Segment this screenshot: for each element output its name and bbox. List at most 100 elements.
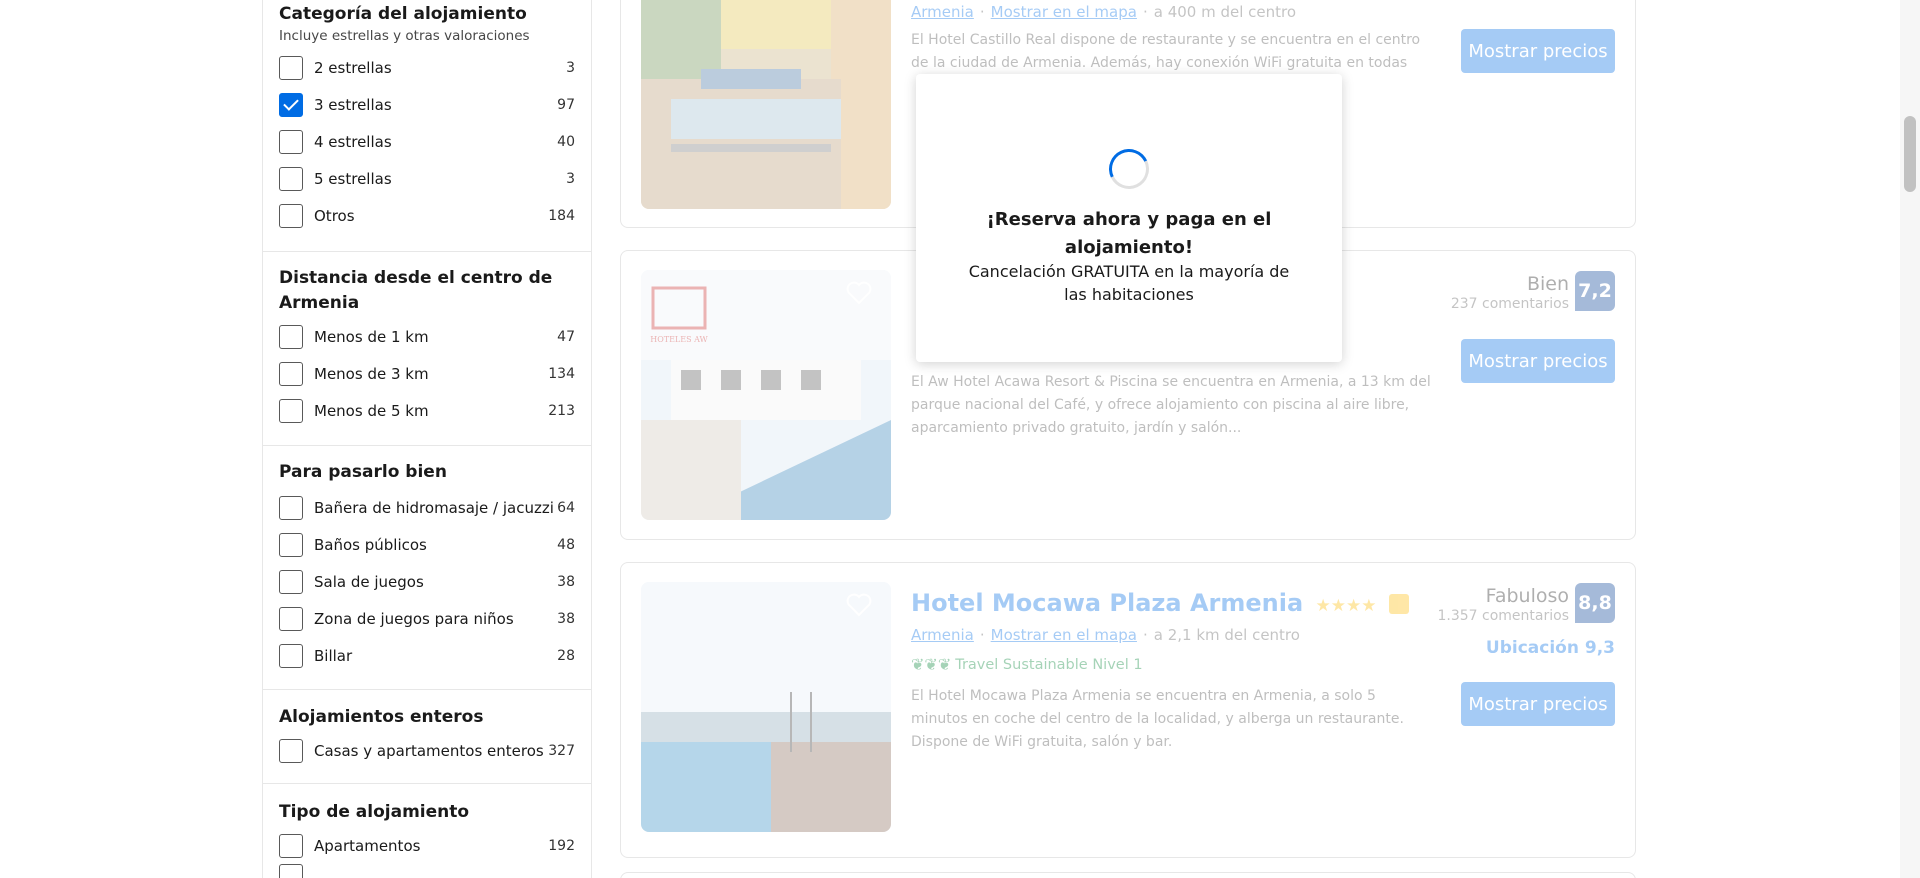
filter-option-count: 40 bbox=[557, 133, 575, 150]
filter-option-label: Otros bbox=[314, 206, 355, 225]
property-photo[interactable]: HOTELES AW bbox=[641, 270, 891, 520]
property-photo[interactable] bbox=[641, 0, 891, 209]
filter-option-count: 3 bbox=[566, 170, 575, 187]
filter-option-3-stars[interactable]: 3 estrellas 97 bbox=[279, 86, 575, 123]
filter-option-distance-1km[interactable]: Menos de 1 km 47 bbox=[279, 318, 575, 355]
star-rating: ★★★★ bbox=[1315, 596, 1377, 616]
filter-option-4-stars[interactable]: 4 estrellas 40 bbox=[279, 123, 575, 160]
distance-text: a 400 m del centro bbox=[1153, 3, 1297, 21]
location-link[interactable]: Armenia bbox=[911, 3, 974, 21]
filter-option-5-stars[interactable]: 5 estrellas 3 bbox=[279, 160, 575, 197]
filter-option-label: 4 estrellas bbox=[314, 132, 392, 151]
filter-option-billiards[interactable]: Billar 28 bbox=[279, 637, 575, 674]
filter-option-kids-playground[interactable]: Zona de juegos para niños 38 bbox=[279, 600, 575, 637]
property-location: Armenia · Mostrar en el mapa · a 400 m del c… bbox=[911, 3, 1297, 21]
review-count: 237 comentarios bbox=[1450, 296, 1569, 312]
filter-sidebar: Categoría del alojamiento Incluye estrel… bbox=[262, 0, 592, 878]
filter-option-label: 5 estrellas bbox=[314, 169, 392, 188]
filter-group-title: Categoría del alojamiento bbox=[279, 4, 527, 24]
filter-option-label: Baños públicos bbox=[314, 535, 427, 554]
checkbox[interactable] bbox=[279, 324, 303, 349]
checkbox[interactable] bbox=[279, 55, 303, 80]
show-on-map-link[interactable]: Mostrar en el mapa bbox=[991, 3, 1137, 21]
leaf-icon: ❦❦❦ bbox=[911, 655, 952, 674]
page-scrollbar[interactable] bbox=[1900, 0, 1920, 878]
filter-option-count: 97 bbox=[557, 96, 575, 113]
property-description: El Hotel Castillo Real dispone de restau… bbox=[911, 32, 1421, 71]
thumbs-up-icon bbox=[1388, 594, 1409, 614]
filter-option-label: Zona de juegos para niños bbox=[314, 609, 514, 628]
review-score-badge: 7,2 bbox=[1575, 271, 1615, 311]
checkbox[interactable] bbox=[279, 203, 303, 228]
filter-option-count: 3 bbox=[566, 59, 575, 76]
location-score: Ubicación 9,3 bbox=[1485, 638, 1615, 658]
checkbox[interactable] bbox=[279, 864, 303, 878]
checkbox[interactable] bbox=[279, 643, 303, 668]
filter-option-game-room[interactable]: Sala de juegos 38 bbox=[279, 563, 575, 600]
show-prices-button[interactable]: Mostrar precios bbox=[1461, 339, 1615, 383]
checkbox[interactable] bbox=[279, 569, 303, 594]
filter-option-distance-5km[interactable]: Menos de 5 km 213 bbox=[279, 392, 575, 429]
property-description: El Hotel Mocawa Plaza Armenia se encuent… bbox=[911, 688, 1404, 750]
modal-subtitle: Cancelación GRATUITA en la mayoría de la… bbox=[968, 262, 1290, 304]
filter-option-count: 327 bbox=[548, 742, 575, 759]
scrollbar-thumb[interactable] bbox=[1904, 116, 1916, 192]
filter-option-label: Bañera de hidromasaje / jacuzzi bbox=[314, 498, 554, 517]
checkbox[interactable] bbox=[279, 166, 303, 191]
loading-spinner-icon bbox=[1103, 143, 1155, 195]
property-card-partial bbox=[620, 872, 1636, 878]
filter-option-count: 64 bbox=[557, 499, 575, 516]
property-photo[interactable] bbox=[641, 582, 891, 832]
location-link[interactable]: Armenia bbox=[911, 626, 974, 644]
filter-option-apartments[interactable]: Apartamentos 192 bbox=[279, 827, 575, 864]
filter-option-partial[interactable] bbox=[279, 864, 575, 878]
filter-option-public-baths[interactable]: Baños públicos 48 bbox=[279, 526, 575, 563]
show-prices-button[interactable]: Mostrar precios bbox=[1461, 682, 1615, 726]
checkbox[interactable] bbox=[279, 129, 303, 154]
review-score-badge: 8,8 bbox=[1575, 583, 1615, 623]
checkbox[interactable] bbox=[279, 398, 303, 423]
filter-option-count: 184 bbox=[548, 207, 575, 224]
review-count: 1.357 comentarios bbox=[1437, 608, 1570, 624]
filter-option-distance-3km[interactable]: Menos de 3 km 134 bbox=[279, 355, 575, 392]
heart-icon[interactable] bbox=[845, 279, 873, 307]
filter-option-2-stars[interactable]: 2 estrellas 3 bbox=[279, 49, 575, 86]
checkbox[interactable] bbox=[279, 532, 303, 557]
filter-option-label: Sala de juegos bbox=[314, 572, 424, 591]
filter-group-category: Categoría del alojamiento Incluye estrel… bbox=[263, 0, 591, 252]
checkbox[interactable] bbox=[279, 738, 303, 763]
filter-option-count: 38 bbox=[557, 610, 575, 627]
property-name-text[interactable]: Hotel Mocawa Plaza Armenia bbox=[911, 589, 1303, 617]
checkbox[interactable] bbox=[279, 495, 303, 520]
filter-group-title: Para pasarlo bien bbox=[279, 462, 447, 482]
filter-group-title: Tipo de alojamiento bbox=[279, 802, 470, 822]
heart-icon[interactable] bbox=[845, 591, 873, 619]
filter-option-label: Menos de 1 km bbox=[314, 327, 429, 346]
filter-group-fun: Para pasarlo bien Bañera de hidromasaje … bbox=[263, 446, 591, 690]
filter-option-count: 134 bbox=[548, 365, 575, 382]
hotel-logo-text: HOTELES AW bbox=[650, 335, 708, 344]
filter-option-count: 28 bbox=[557, 647, 575, 664]
sustainability-text: Travel Sustainable Nivel 1 bbox=[955, 656, 1143, 673]
property-name[interactable]: Hotel Mocawa Plaza Armenia ★★★★ bbox=[911, 589, 1409, 617]
filter-group-title: Distancia desde el centro de Armenia bbox=[279, 268, 553, 313]
filter-option-label: Casas y apartamentos enteros bbox=[314, 741, 544, 760]
filter-option-count: 192 bbox=[548, 837, 575, 854]
filter-group-property-type: Tipo de alojamiento Apartamentos 192 bbox=[263, 784, 591, 878]
property-location: Armenia · Mostrar en el mapa · a 2,1 km del … bbox=[911, 626, 1300, 644]
show-on-map-link[interactable]: Mostrar en el mapa bbox=[991, 626, 1137, 644]
filter-option-label: 2 estrellas bbox=[314, 58, 392, 77]
filter-option-label: Billar bbox=[314, 646, 353, 665]
show-prices-button[interactable]: Mostrar precios bbox=[1461, 29, 1615, 73]
filter-option-count: 38 bbox=[557, 573, 575, 590]
checkbox[interactable] bbox=[279, 361, 303, 386]
filter-option-hot-tub[interactable]: Bañera de hidromasaje / jacuzzi 64 bbox=[279, 489, 575, 526]
filter-option-label: Menos de 3 km bbox=[314, 364, 429, 383]
checkbox-checked[interactable] bbox=[279, 92, 303, 117]
checkbox[interactable] bbox=[279, 833, 303, 858]
checkbox[interactable] bbox=[279, 606, 303, 631]
filter-option-others[interactable]: Otros 184 bbox=[279, 197, 575, 234]
filter-option-label: Apartamentos bbox=[314, 836, 421, 855]
filter-option-entire-homes[interactable]: Casas y apartamentos enteros 327 bbox=[279, 732, 575, 769]
property-card: Hotel Mocawa Plaza Armenia ★★★★ Armenia ·… bbox=[620, 562, 1636, 858]
